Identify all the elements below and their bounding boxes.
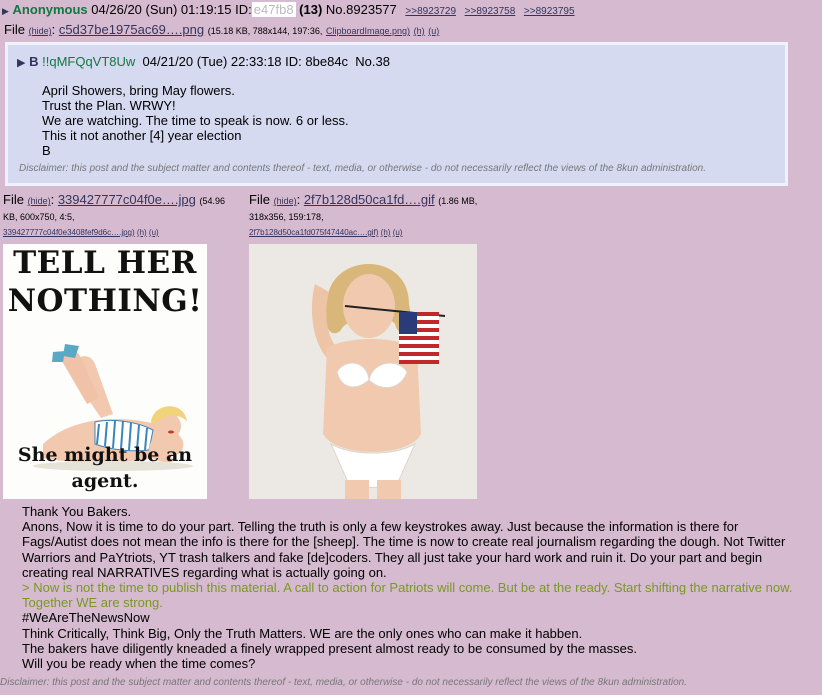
collapse-triangle-icon: ▶ <box>17 57 26 69</box>
file-label: File <box>4 22 25 37</box>
file-label: File <box>3 192 24 207</box>
file-original-name[interactable]: 339427777c04f0e3408fef9d6c….jpg) <box>3 228 135 237</box>
body-paragraph: Anons, Now it is time to do your part. T… <box>22 519 786 580</box>
file-meta: (54.96 <box>199 196 226 206</box>
file-h-link[interactable]: (h) <box>137 228 147 237</box>
file-name-link[interactable]: 339427777c04f0e….jpg <box>58 192 196 207</box>
quoted-tripcode: !!qMFQqVT8Uw <box>42 54 136 69</box>
body-line: Will you be ready when the time comes? <box>22 656 256 672</box>
post-body: Thank You Bakers. Anons, Now it is time … <box>22 504 802 671</box>
file-u-link[interactable]: (u) <box>393 228 403 237</box>
file-info: File (hide): c5d37be1975ac69….png (15.18… <box>4 22 440 37</box>
file-h-link[interactable]: (h) <box>414 26 425 36</box>
id-post-count: (13) <box>299 2 323 17</box>
body-line: Thank You Bakers. <box>22 504 132 519</box>
file-label: File <box>249 192 270 207</box>
id-label: ID: <box>235 2 252 17</box>
poster-title-line: TELL HER <box>13 245 197 281</box>
poster-caption-line: She might be an <box>17 444 193 466</box>
greentext-quote: > Now is not the time to publish this ma… <box>22 580 793 611</box>
quoted-post-number: No.38 <box>355 54 390 69</box>
file-u-link[interactable]: (u) <box>149 228 159 237</box>
quoted-line: This it not another [4] year election <box>42 128 242 143</box>
quoted-line: April Showers, bring May flowers. <box>42 83 235 98</box>
backlink[interactable]: >>8923795 <box>524 6 575 17</box>
post-date: 04/26/20 (Sun) 01:19:15 <box>91 2 232 17</box>
file-u-link[interactable]: (u) <box>428 26 439 36</box>
hide-file-link[interactable]: (hide) <box>29 26 52 36</box>
poster-image-thumbnail[interactable]: TELL HER NOTHING! She might be an agent. <box>3 244 207 499</box>
collapse-triangle-icon[interactable]: ▶ <box>2 6 9 16</box>
file-info-1: File (hide): 339427777c04f0e….jpg (54.96… <box>3 192 243 241</box>
backlink[interactable]: >>8923758 <box>465 6 516 17</box>
us-flag <box>399 312 439 364</box>
backlink[interactable]: >>8923729 <box>405 6 456 17</box>
body-line: The bakers have diligently kneaded a fin… <box>22 640 637 656</box>
file-meta: (1.86 MB, <box>438 196 478 206</box>
file-original-name[interactable]: 2f7b128d50ca1fd075f47440ac….gif) <box>249 228 378 237</box>
quoted-subject: B <box>29 54 39 69</box>
quoted-post-header: ▶ B !!qMFQqVT8Uw 04/21/20 (Tue) 22:33:18… <box>17 54 390 69</box>
quoted-line: We are watching. The time to speak is no… <box>42 113 349 128</box>
post-number[interactable]: No.8923577 <box>326 2 397 17</box>
file-meta: 318x356, 159:178, <box>249 212 324 222</box>
quoted-id: ID: 8be84c <box>285 54 349 69</box>
hide-file-link[interactable]: (hide) <box>274 196 297 206</box>
poster-id[interactable]: e47fb8 <box>251 2 296 17</box>
model-with-flag-illustration <box>249 244 477 499</box>
poster-title-line: NOTHING! <box>7 283 203 319</box>
file-original-name[interactable]: ClipboardImage.png) <box>326 26 410 36</box>
file-h-link[interactable]: (h) <box>381 228 391 237</box>
post-header: ▶ Anonymous 04/26/20 (Sun) 01:19:15 ID: e… <box>2 2 575 17</box>
quoted-disclaimer: Disclaimer: this post and the subject ma… <box>19 163 706 174</box>
quoted-date: 04/21/20 (Tue) 22:33:18 <box>142 54 282 69</box>
quoted-post-image[interactable]: ▶ B !!qMFQqVT8Uw 04/21/20 (Tue) 22:33:18… <box>5 42 788 186</box>
photo-image-thumbnail[interactable] <box>249 244 477 499</box>
poster-name: Anonymous <box>12 2 88 17</box>
file-name-link[interactable]: c5d37be1975ac69….png <box>59 22 204 37</box>
file-meta: (15.18 KB, 788x144, 197:36, <box>207 26 323 36</box>
quoted-line: Trust the Plan. WRWY! <box>42 98 176 113</box>
quoted-post-body: April Showers, bring May flowers. Trust … <box>42 83 349 158</box>
file-meta: KB, 600x750, 4:5, <box>3 212 75 222</box>
hashtag-line: #WeAreTheNewsNow <box>22 610 150 626</box>
body-line: Think Critically, Think Big, Only the Tr… <box>22 625 583 641</box>
file-name-link[interactable]: 2f7b128d50ca1fd….gif <box>304 192 435 207</box>
post-disclaimer: Disclaimer: this post and the subject ma… <box>0 677 687 688</box>
poster-caption-line: agent. <box>71 470 139 492</box>
file-info-2: File (hide): 2f7b128d50ca1fd….gif (1.86 … <box>249 192 499 241</box>
quoted-line: B <box>42 143 51 158</box>
hide-file-link[interactable]: (hide) <box>28 196 51 206</box>
